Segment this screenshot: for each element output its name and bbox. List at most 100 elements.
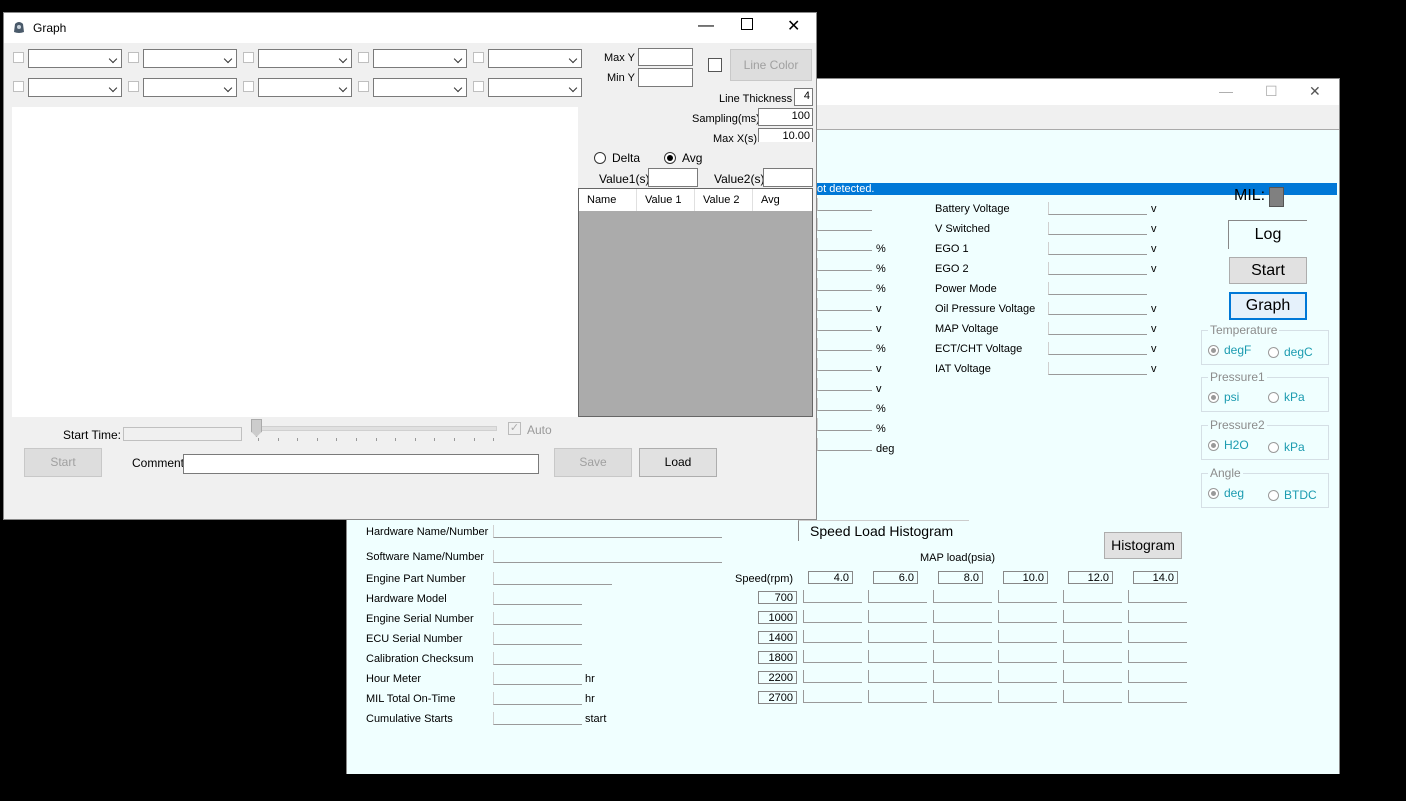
close-icon[interactable]: ✕	[787, 16, 800, 36]
series-select[interactable]	[488, 78, 582, 97]
histogram-cell	[868, 590, 927, 603]
series-checkbox[interactable]	[128, 81, 139, 92]
histogram-button[interactable]: Histogram	[1104, 532, 1182, 559]
comment-input[interactable]	[183, 454, 539, 474]
save-button[interactable]: Save	[554, 448, 632, 477]
psi-radio[interactable]	[1208, 392, 1219, 403]
series-checkbox[interactable]	[358, 81, 369, 92]
series-select[interactable]	[28, 49, 122, 68]
series-checkbox[interactable]	[473, 52, 484, 63]
ecu-info-field	[493, 712, 582, 725]
left-value-field	[817, 198, 872, 211]
ecu-info-label: Calibration Checksum	[366, 653, 474, 665]
histogram-cell	[998, 590, 1057, 603]
graph-start-button[interactable]: Start	[24, 448, 102, 477]
series-select[interactable]	[143, 49, 237, 68]
sensor-label: IAT Voltage	[935, 363, 991, 375]
start-time-slider-thumb[interactable]	[251, 419, 262, 437]
main-graph-button[interactable]: Graph	[1229, 292, 1307, 320]
main-start-button[interactable]: Start	[1229, 257, 1307, 284]
auto-checkbox[interactable]: ✓	[508, 422, 521, 435]
ecu-info-field	[493, 692, 582, 705]
series-checkbox[interactable]	[243, 81, 254, 92]
series-select[interactable]	[258, 49, 352, 68]
sensor-unit: v	[1151, 243, 1157, 255]
series-select[interactable]	[373, 49, 467, 68]
line-color-button[interactable]: Line Color	[730, 49, 812, 81]
left-value-field	[817, 218, 872, 231]
kpa2-radio[interactable]	[1268, 442, 1279, 453]
graph-plot-area[interactable]	[12, 107, 578, 417]
left-unit-label: %	[876, 403, 886, 415]
btdc-radio[interactable]	[1268, 490, 1279, 501]
sensor-value-field	[1048, 322, 1147, 335]
series-select[interactable]	[28, 78, 122, 97]
series-checkbox[interactable]	[243, 52, 254, 63]
series-checkbox[interactable]	[473, 81, 484, 92]
ecu-info-label: Hardware Name/Number	[366, 526, 489, 538]
start-time-track[interactable]	[259, 426, 497, 431]
maximize-icon[interactable]	[741, 18, 753, 30]
degf-radio[interactable]	[1208, 345, 1219, 356]
line-thickness-input[interactable]: 4	[794, 88, 813, 106]
series-checkbox[interactable]	[13, 52, 24, 63]
series-select[interactable]	[258, 78, 352, 97]
ecu-info-field	[493, 525, 722, 538]
series-checkbox[interactable]	[128, 52, 139, 63]
series-checkbox[interactable]	[358, 52, 369, 63]
slider-tick	[277, 438, 279, 441]
degc-radio[interactable]	[1268, 347, 1279, 358]
ecu-info-label: ECU Serial Number	[366, 633, 463, 645]
histogram-cell	[933, 690, 992, 703]
histogram-cell	[868, 670, 927, 683]
max-x-input[interactable]: 10.00	[758, 128, 813, 142]
h2o-radio[interactable]	[1208, 440, 1219, 451]
pressure1-group: Pressure1 psi kPa	[1201, 370, 1329, 412]
left-unit-label: v	[876, 383, 882, 395]
histogram-cell	[803, 670, 862, 683]
histogram-cell	[1063, 610, 1122, 623]
slider-tick	[454, 438, 455, 441]
col-avg[interactable]: Avg	[753, 189, 812, 211]
line-color-swatch[interactable]	[708, 58, 722, 72]
stats-table[interactable]: Name Value 1 Value 2 Avg	[578, 188, 813, 417]
value1-input[interactable]	[648, 168, 698, 187]
series-select[interactable]	[488, 49, 582, 68]
value2-input[interactable]	[763, 168, 813, 187]
series-checkbox[interactable]	[13, 81, 24, 92]
series-select[interactable]	[143, 78, 237, 97]
avg-radio[interactable]	[664, 152, 676, 164]
ecu-info-unit: hr	[585, 673, 595, 685]
histogram-cell	[933, 650, 992, 663]
minimize-icon[interactable]: —	[1219, 83, 1233, 99]
left-unit-label: v	[876, 363, 882, 375]
histogram-cell	[998, 630, 1057, 643]
deg-radio[interactable]	[1208, 488, 1219, 499]
col-name[interactable]: Name	[579, 189, 637, 211]
sampling-input[interactable]: 100	[758, 108, 813, 126]
slider-tick	[297, 438, 299, 441]
pressure2-title: Pressure2	[1208, 418, 1267, 432]
max-y-input[interactable]	[638, 48, 693, 66]
maximize-icon[interactable]: ☐	[1265, 83, 1278, 100]
histogram-cell	[1128, 670, 1187, 683]
col-value1[interactable]: Value 1	[637, 189, 695, 211]
delta-radio[interactable]	[594, 152, 606, 164]
max-x-label: Max X(s)	[713, 133, 757, 145]
load-button[interactable]: Load	[639, 448, 717, 477]
series-select[interactable]	[373, 78, 467, 97]
minimize-icon[interactable]: —	[698, 17, 714, 35]
map-load-value: 6.0	[873, 571, 918, 584]
sensor-label: EGO 1	[935, 243, 969, 255]
kpa2-label: kPa	[1284, 440, 1305, 454]
speed-value: 700	[758, 591, 797, 604]
left-value-field	[817, 238, 872, 251]
col-value2[interactable]: Value 2	[695, 189, 753, 211]
close-icon[interactable]: ✕	[1309, 83, 1321, 100]
kpa1-radio[interactable]	[1268, 392, 1279, 403]
angle-group: Angle deg BTDC	[1201, 466, 1329, 508]
sensor-value-field	[1048, 222, 1147, 235]
min-y-input[interactable]	[638, 68, 693, 87]
sensor-label: EGO 2	[935, 263, 969, 275]
speed-value: 1400	[758, 631, 797, 644]
